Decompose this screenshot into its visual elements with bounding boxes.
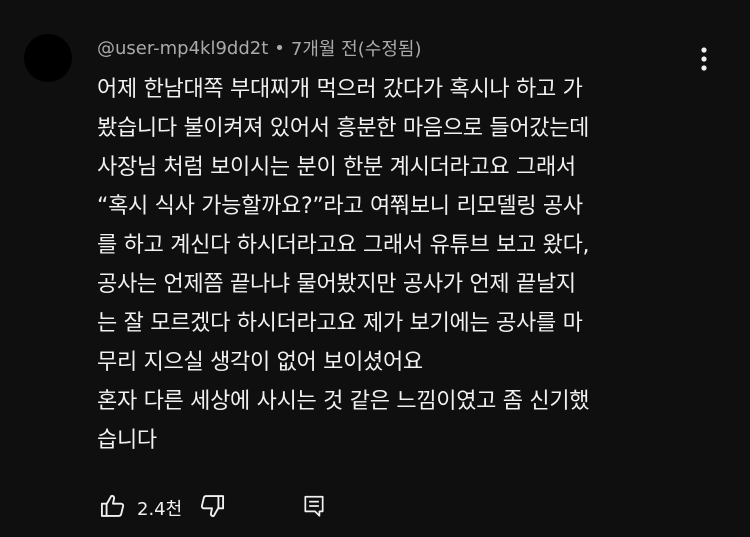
comment-line: 를 하고 계신다 하시더라고요 그래서 유튜브 보고 왔다, [97,233,590,258]
comment-icon [301,493,327,523]
dislike-button[interactable] [196,492,228,524]
comment-line: 는 잘 모르겠다 하시더라고요 제가 보기에는 공사를 마 [97,311,583,336]
comment-line: “혹시 식사 가능할까요?”라고 여쭤보니 리모델링 공사 [97,194,583,219]
comment-line: 어제 한남대쪽 부대찌개 먹으러 갔다가 혹시나 하고 가 [97,77,583,102]
comment-header: @user-mp4kl9dd2t • 7개월 전(수정됨) [97,35,422,61]
thumb-down-icon [198,492,226,524]
thumb-up-icon [99,492,127,524]
separator-dot: • [274,37,285,59]
like-count: 2.4천 [137,499,183,520]
comment-line: 무리 지으실 생각이 없어 보이셨어요 [97,350,423,375]
comment-line: 봤습니다 불이켜져 있어서 흥분한 마음으로 들어갔는데 [97,116,590,141]
avatar[interactable] [24,34,72,82]
comment-card: @user-mp4kl9dd2t • 7개월 전(수정됨) 어제 한남대쪽 부대… [0,0,750,537]
comment-line: 혼자 다른 세상에 사시는 것 같은 느낌이였고 좀 신기했 [97,389,590,414]
comment-text: 어제 한남대쪽 부대찌개 먹으러 갔다가 혹시나 하고 가 봤습니다 불이켜져 … [97,70,727,460]
author-name[interactable]: @user-mp4kl9dd2t [97,38,268,59]
reply-button[interactable] [298,492,330,524]
comment-line: 습니다 [97,428,157,453]
comment-actions: 2.4천 [97,492,330,524]
comment-line: 사장님 처럼 보이시는 분이 한분 계시더라고요 그래서 [97,155,576,180]
comment-time[interactable]: 7개월 전(수정됨) [291,35,422,61]
comment-line: 공사는 언제쯤 끝나냐 물어봤지만 공사가 언제 끝날지 [97,272,576,297]
like-button[interactable] [97,492,129,524]
